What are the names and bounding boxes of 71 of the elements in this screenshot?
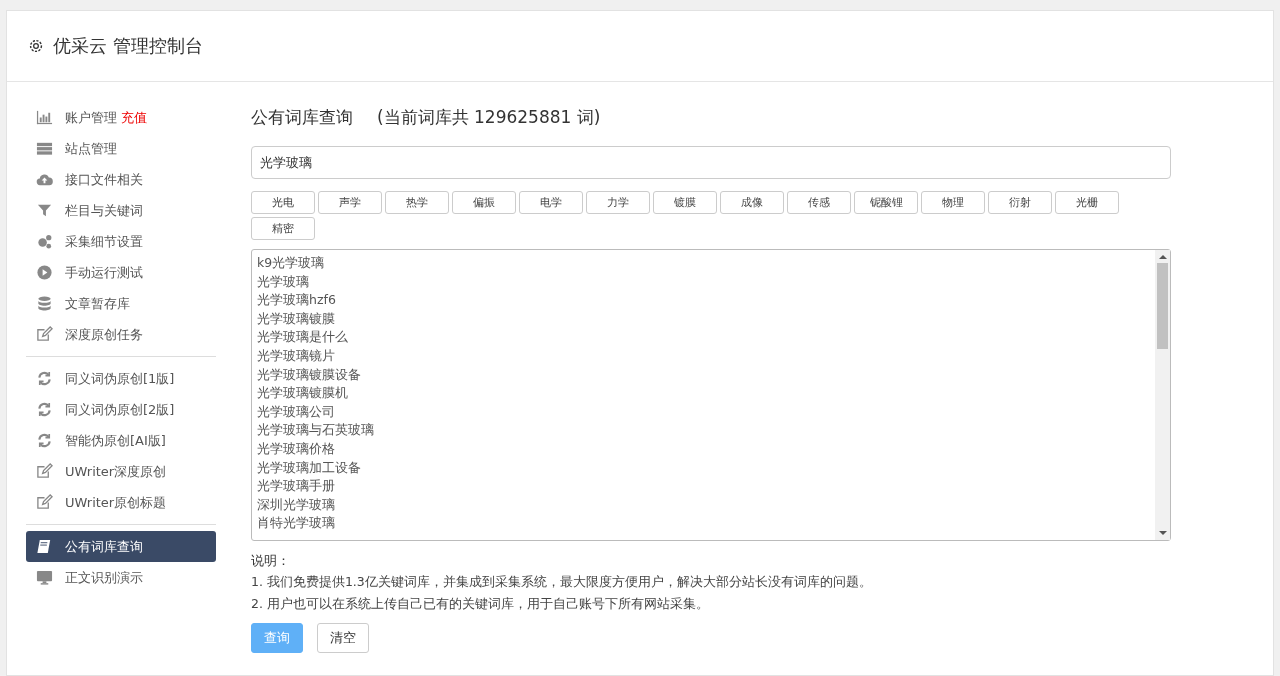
keyword-tag[interactable]: 声学 [318,191,382,214]
sidebar-item[interactable]: 同义词伪原创[2版] [26,394,216,425]
sidebar-item[interactable]: 账户管理 充值 [26,102,216,133]
keyword-tag[interactable]: 精密 [251,217,315,240]
sidebar-item[interactable]: UWriter原创标题 [26,487,216,518]
sidebar-item[interactable]: 公有词库查询 [26,531,216,562]
keyword-input[interactable]: 光学玻璃 [251,146,1171,179]
sidebar-item[interactable]: 智能伪原创[AI版] [26,425,216,456]
keyword-tag[interactable]: 热学 [385,191,449,214]
keyword-tag[interactable]: 力学 [586,191,650,214]
play-icon [36,264,53,281]
result-item[interactable]: 深圳光学玻璃 [257,495,1150,515]
recharge-link[interactable]: 充值 [121,108,147,127]
edit-icon [36,494,53,511]
filter-icon [36,202,53,219]
result-item[interactable]: 光学玻璃公司 [257,402,1150,422]
settings-icon [27,37,45,55]
bar-chart-icon [36,109,53,126]
result-item[interactable]: 光学玻璃价格 [257,439,1150,459]
sidebar-item[interactable]: 同义词伪原创[1版] [26,363,216,394]
console-title: 优采云 管理控制台 [53,34,203,58]
result-item[interactable]: k9光学玻璃 [257,254,1150,273]
clear-button[interactable]: 清空 [317,623,369,653]
keyword-tag[interactable]: 光电 [251,191,315,214]
monitor-icon [36,569,53,586]
scrollbar-thumb[interactable] [1157,263,1168,349]
result-item[interactable]: 光学玻璃 [257,272,1150,292]
keyword-tag[interactable]: 光栅 [1055,191,1119,214]
sidebar-item[interactable]: 文章暂存库 [26,288,216,319]
note-text: 1. 我们免费提供1.3亿关键词库，并集成到采集系统，最大限度方便用户，解决大部分站长没有词库的问题。 [251,573,873,591]
keyword-tag[interactable]: 电学 [519,191,583,214]
refresh-icon [36,401,53,418]
book-icon [36,538,53,555]
result-item[interactable]: 光学玻璃镜片 [257,346,1150,366]
result-item[interactable]: 光学玻璃手册 [257,477,1150,496]
sidebar-item[interactable]: 正文识别演示 [26,562,216,593]
result-item[interactable]: 光学玻璃镀膜机 [257,384,1150,403]
refresh-icon [36,370,53,387]
page-title: 公有词库查询 [251,106,353,129]
keyword-tag[interactable]: 铌酸锂 [854,191,918,214]
note-text: 2. 用户也可以在系统上传自己已有的关键词库，用于自己账号下所有网站采集。 [251,595,710,613]
scrollbar[interactable] [1155,250,1170,540]
sidebar-item[interactable]: 站点管理 [26,133,216,164]
edit-icon [36,326,53,343]
result-item[interactable]: 光学玻璃镀膜设备 [257,365,1150,385]
sidebar-item[interactable]: 手动运行测试 [26,257,216,288]
result-item[interactable]: 光学玻璃hzf6 [257,291,1150,310]
keyword-tag[interactable]: 衍射 [988,191,1052,214]
database-icon [36,295,53,312]
edit-icon [36,463,53,480]
refresh-icon [36,432,53,449]
keyword-tag[interactable]: 镀膜 [653,191,717,214]
result-item[interactable]: 光学玻璃是什么 [257,328,1150,347]
sidebar-item[interactable]: 栏目与关键词 [26,195,216,226]
result-item[interactable]: 光学玻璃加工设备 [257,458,1150,478]
keyword-tag[interactable]: 物理 [921,191,985,214]
word-count-note: (当前词库共 129625881 词) [377,106,601,129]
result-item[interactable]: 光学玻璃镀膜 [257,309,1150,329]
sidebar-item[interactable]: 采集细节设置 [26,226,216,257]
scroll-down-icon[interactable] [1158,530,1167,536]
result-item[interactable]: 光学玻璃与石英玻璃 [257,421,1150,440]
sidebar-item[interactable]: UWriter深度原创 [26,456,216,487]
sidebar-item[interactable]: 接口文件相关 [26,164,216,195]
keyword-tag[interactable]: 成像 [720,191,784,214]
sidebar-item[interactable]: 深度原创任务 [26,319,216,350]
result-item[interactable]: 肖特光学玻璃 [257,514,1150,533]
scroll-up-icon[interactable] [1158,254,1167,260]
keyword-tag[interactable]: 传感 [787,191,851,214]
notes-heading: 说明： [251,552,291,570]
keyword-tag[interactable]: 偏振 [452,191,516,214]
server-icon [36,140,53,157]
